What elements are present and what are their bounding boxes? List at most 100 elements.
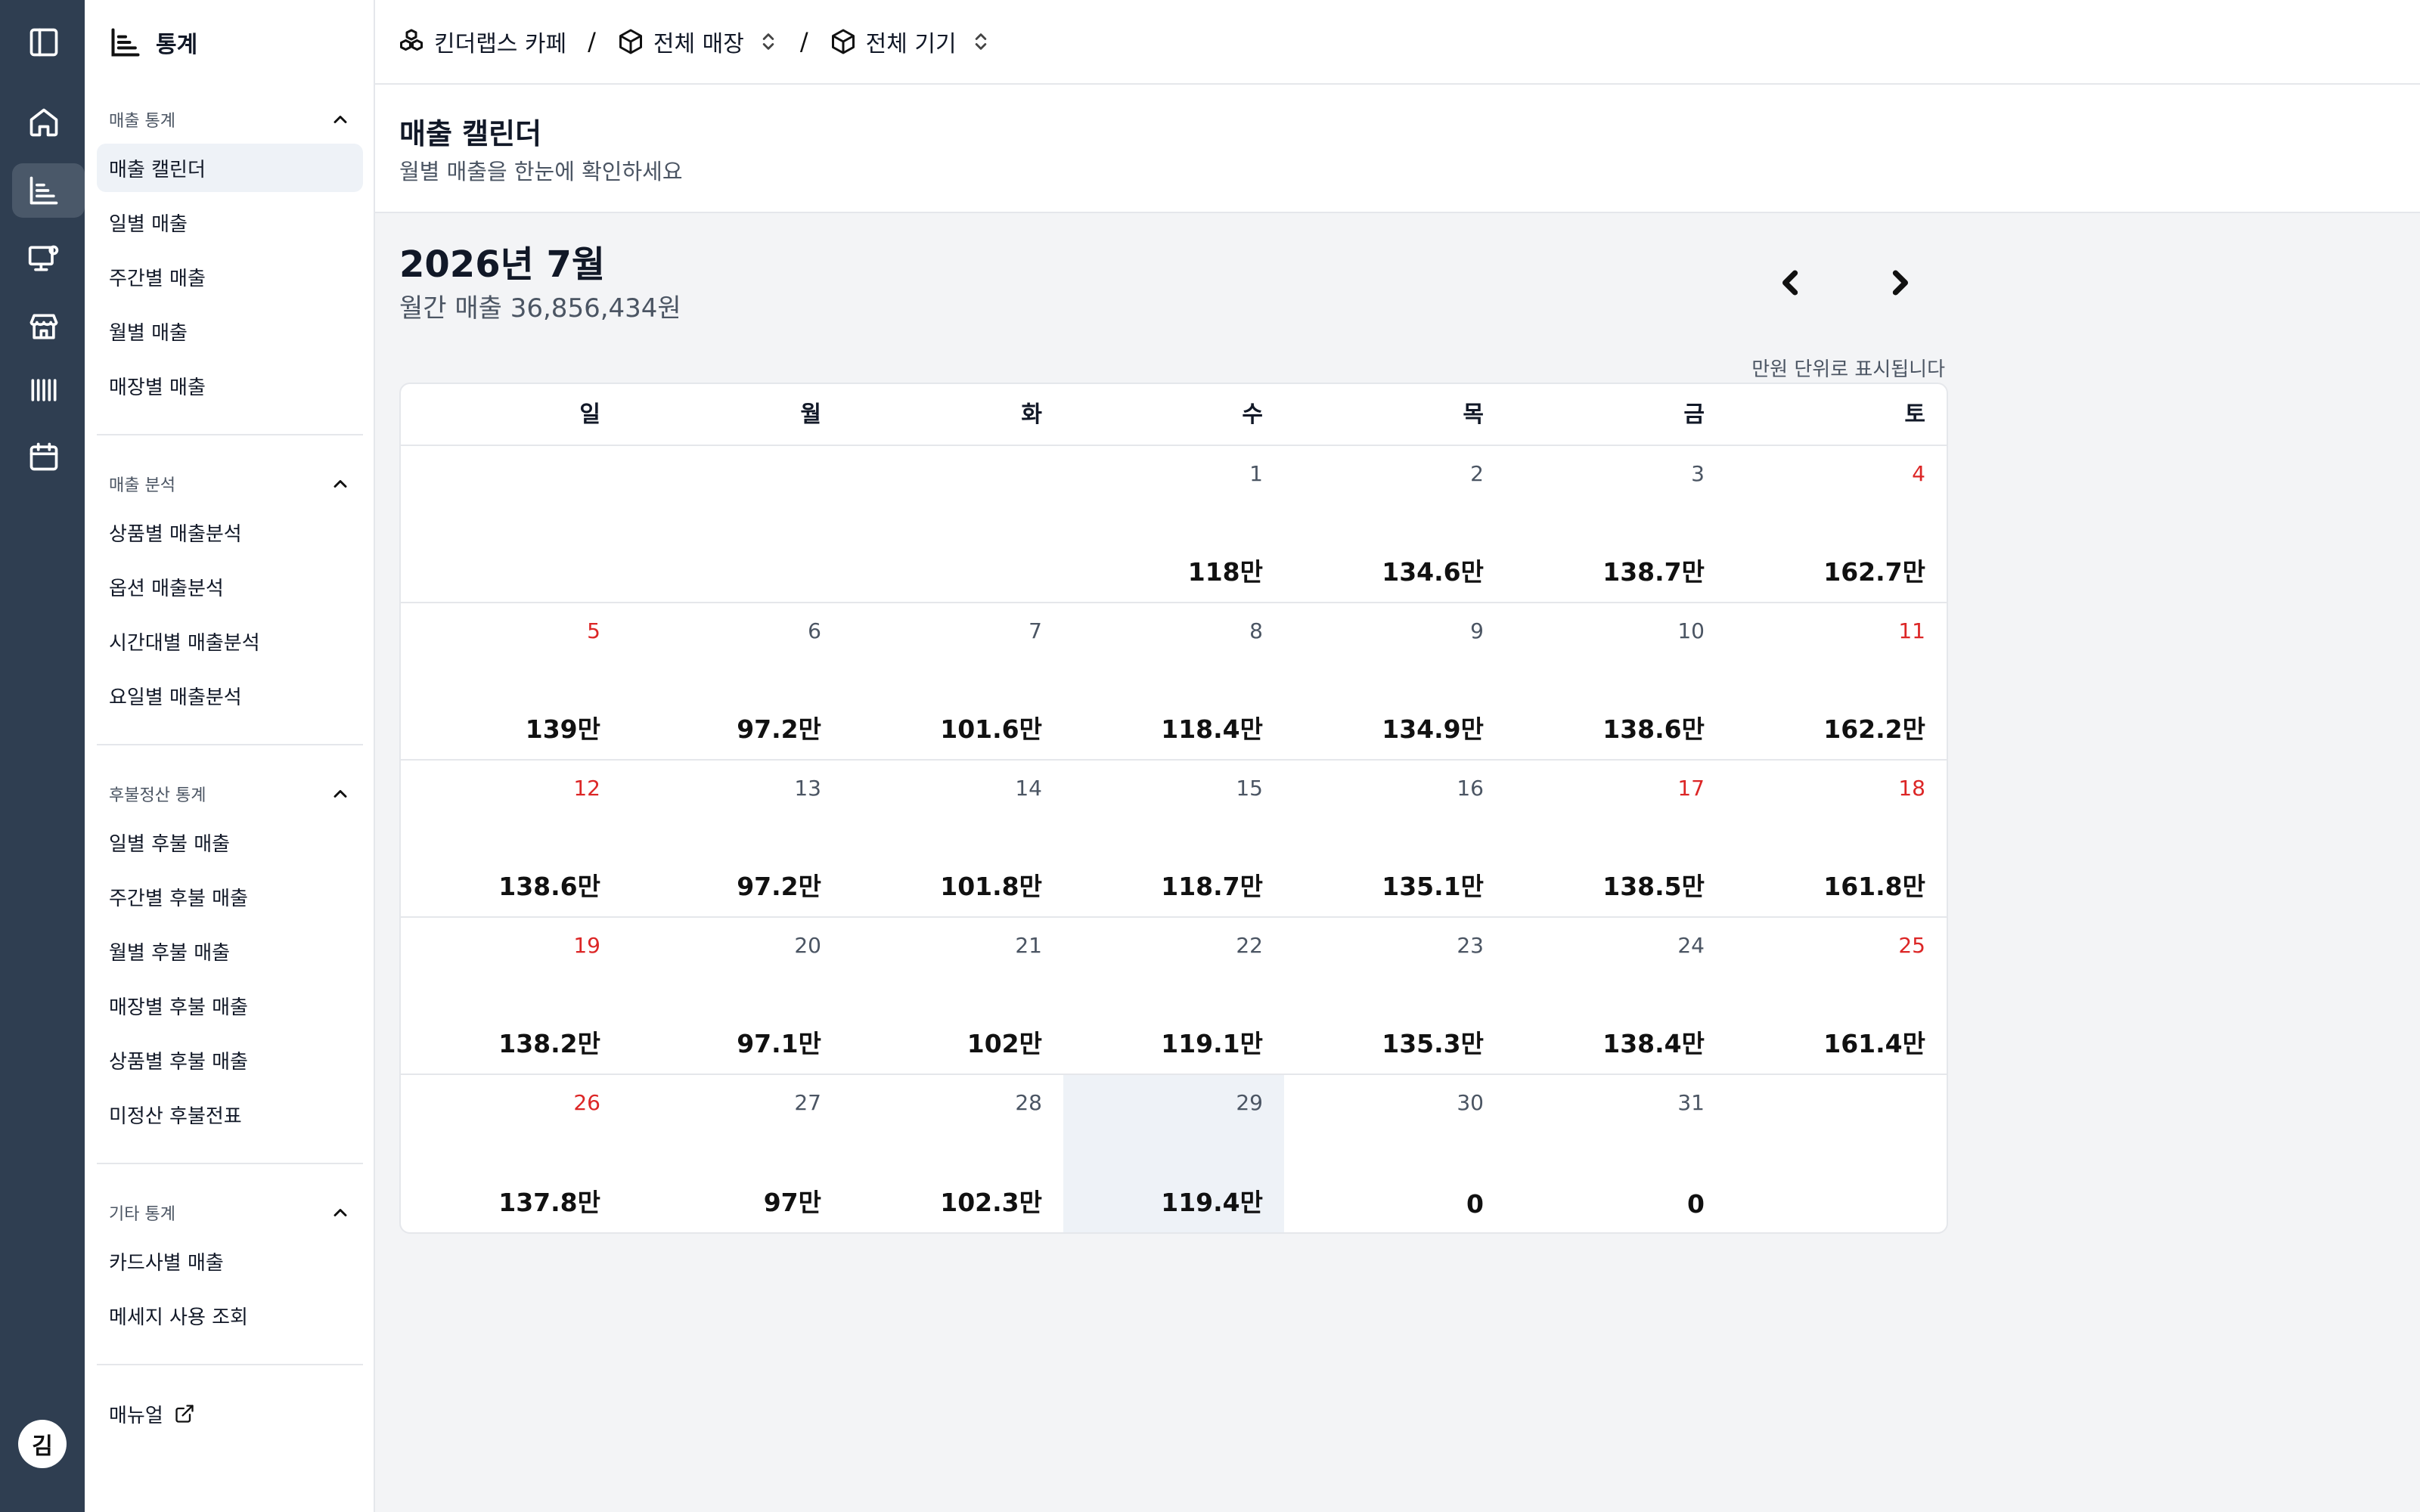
next-month-button[interactable]	[1872, 256, 1927, 310]
day-sales-amount: 162.2만	[1823, 714, 1925, 744]
weekday-label: 일	[579, 401, 600, 428]
sidebar-toggle-icon	[29, 28, 58, 57]
day-sales-amount: 134.6만	[1382, 557, 1484, 587]
calendar-day-cell[interactable]: 27 97만	[622, 1075, 842, 1232]
calendar-day-cell[interactable]: 20 97.1만	[622, 918, 842, 1074]
day-sales-amount: 138.2만	[498, 1029, 600, 1058]
rail-home-button[interactable]	[12, 95, 85, 150]
group-sales-analysis[interactable]: 매출 분석	[109, 469, 351, 499]
calendar-day-cell[interactable]: 5 139만	[401, 603, 622, 759]
calendar-day-cell[interactable]: 12 138.6만	[401, 761, 622, 916]
calendar-day-cell[interactable]: 2 134.6만	[1284, 446, 1505, 602]
group-sales-stats[interactable]: 매출 통계	[109, 104, 351, 135]
calendar-day-cell[interactable]: 16 135.1만	[1284, 761, 1505, 916]
device-selector[interactable]: 전체 기기	[830, 25, 991, 58]
calendar-day-cell[interactable]: 19 138.2만	[401, 918, 622, 1074]
calendar-day-cell[interactable]: 4 162.7만	[1726, 446, 1947, 602]
rail-barcode-button[interactable]	[12, 363, 85, 417]
calendar-day-cell[interactable]: 3 138.7만	[1505, 446, 1726, 602]
rail-device-settings-button[interactable]	[12, 231, 85, 286]
divider	[97, 1364, 363, 1365]
day-number: 2	[1470, 461, 1484, 486]
sidebar-item-daily-sales[interactable]: 일별 매출	[97, 198, 363, 246]
calendar-day-cell[interactable]: 11 162.2만	[1726, 603, 1947, 759]
calendar-day-cell[interactable]: 25 161.4만	[1726, 918, 1947, 1074]
page-title: 매출 캘린더	[399, 117, 542, 150]
calendar-day-cell[interactable]: 13 97.2만	[622, 761, 842, 916]
breadcrumb-separator: /	[588, 27, 596, 56]
rail-calendar-button[interactable]	[12, 429, 85, 484]
breadcrumb-org[interactable]: 킨더랩스 카페	[398, 25, 566, 58]
sidebar-item-option-analysis[interactable]: 옵션 매출분석	[97, 562, 363, 611]
group-deferred-stats[interactable]: 후불정산 통계	[109, 779, 351, 809]
calendar-day-cell[interactable]: 17 138.5만	[1505, 761, 1726, 916]
group-other-stats[interactable]: 기타 통계	[109, 1198, 351, 1228]
sidebar-item-weekday-analysis[interactable]: 요일별 매출분석	[97, 671, 363, 720]
day-number: 7	[1028, 618, 1042, 643]
calendar-day-cell[interactable]: 10 138.6만	[1505, 603, 1726, 759]
calendar-day-cell[interactable]: 31 0	[1505, 1075, 1726, 1232]
day-sales-amount: 97.1만	[737, 1029, 821, 1058]
calendar-day-cell[interactable]: 14 101.8만	[842, 761, 1063, 916]
sidebar-item-card-sales[interactable]: 카드사별 매출	[97, 1237, 363, 1285]
divider	[97, 434, 363, 435]
day-number: 19	[573, 933, 600, 958]
calendar-day-cell[interactable]: 9 134.9만	[1284, 603, 1505, 759]
calendar-day-cell[interactable]: 29 119.4만	[1063, 1075, 1284, 1232]
icon-rail: 김	[0, 0, 85, 1512]
store-icon	[29, 314, 58, 339]
sidebar-item-weekly-sales[interactable]: 주간별 매출	[97, 253, 363, 301]
sidebar-item-sales-calendar[interactable]: 매출 캘린더	[97, 144, 363, 192]
page-subtitle: 월별 매출을 한눈에 확인하세요	[399, 159, 683, 184]
sidebar-toggle-button[interactable]	[12, 15, 85, 70]
day-number: 1	[1249, 461, 1263, 486]
day-number: 22	[1236, 933, 1263, 958]
calendar-day-cell[interactable]: 24 138.4만	[1505, 918, 1726, 1074]
device-selector-value: 전체 기기	[865, 31, 957, 57]
manual-link[interactable]: 매뉴얼	[97, 1390, 363, 1438]
sidebar-item-message-usage[interactable]: 메세지 사용 조회	[97, 1291, 363, 1340]
calendar-day-cell[interactable]: 30 0	[1284, 1075, 1505, 1232]
sidebar-item-product-deferred[interactable]: 상품별 후불 매출	[97, 1036, 363, 1084]
day-number: 21	[1015, 933, 1042, 958]
sidebar: 통계 매출 통계 매출 캘린더 일별 매출 주간별 매출 월별 매출 매장별 매…	[85, 0, 375, 1512]
day-sales-amount: 161.4만	[1823, 1029, 1925, 1058]
prev-month-button[interactable]	[1764, 256, 1818, 310]
sidebar-item-monthly-sales[interactable]: 월별 매출	[97, 307, 363, 355]
day-number: 3	[1691, 461, 1705, 486]
calendar-empty-cell	[401, 446, 622, 602]
sidebar-item-monthly-deferred[interactable]: 월별 후불 매출	[97, 927, 363, 975]
weekday-label: 금	[1683, 401, 1705, 428]
day-sales-amount: 135.3만	[1382, 1029, 1484, 1058]
calendar-day-cell[interactable]: 6 97.2만	[622, 603, 842, 759]
day-sales-amount: 102만	[966, 1029, 1042, 1058]
sidebar-item-daily-deferred[interactable]: 일별 후불 매출	[97, 818, 363, 866]
sidebar-item-unsettled-slips[interactable]: 미정산 후불전표	[97, 1090, 363, 1139]
calendar-day-cell[interactable]: 15 118.7만	[1063, 761, 1284, 916]
calendar-day-cell[interactable]: 21 102만	[842, 918, 1063, 1074]
sidebar-item-weekly-deferred[interactable]: 주간별 후불 매출	[97, 872, 363, 921]
calendar-day-cell[interactable]: 28 102.3만	[842, 1075, 1063, 1232]
calendar-day-cell[interactable]: 22 119.1만	[1063, 918, 1284, 1074]
day-sales-amount: 138.4만	[1602, 1029, 1705, 1058]
calendar-day-cell[interactable]: 18 161.8만	[1726, 761, 1947, 916]
sidebar-item-product-analysis[interactable]: 상품별 매출분석	[97, 508, 363, 556]
sidebar-item-store-sales[interactable]: 매장별 매출	[97, 361, 363, 410]
calendar-day-cell[interactable]: 7 101.6만	[842, 603, 1063, 759]
calendar-empty-cell	[622, 446, 842, 602]
rail-store-button[interactable]	[12, 299, 85, 354]
calendar-day-cell[interactable]: 8 118.4만	[1063, 603, 1284, 759]
calendar-day-cell[interactable]: 23 135.3만	[1284, 918, 1505, 1074]
group-title: 매출 분석	[109, 476, 175, 495]
user-avatar[interactable]: 김	[18, 1420, 67, 1468]
day-sales-amount: 161.8만	[1823, 872, 1925, 901]
sidebar-item-store-deferred[interactable]: 매장별 후불 매출	[97, 981, 363, 1030]
store-selector[interactable]: 전체 매장	[617, 25, 779, 58]
calendar-day-cell[interactable]: 26 137.8만	[401, 1075, 622, 1232]
cubes-icon	[400, 29, 423, 51]
calendar-day-cell[interactable]: 1 118만	[1063, 446, 1284, 602]
sidebar-item-hourly-analysis[interactable]: 시간대별 매출분석	[97, 617, 363, 665]
day-number: 14	[1015, 776, 1042, 801]
rail-statistics-button[interactable]	[12, 163, 85, 218]
day-number: 15	[1236, 776, 1263, 801]
